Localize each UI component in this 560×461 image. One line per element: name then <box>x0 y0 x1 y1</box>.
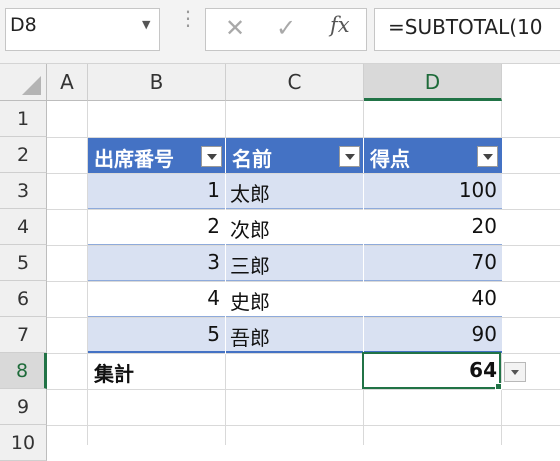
fill-handle[interactable] <box>495 383 502 390</box>
gridline <box>47 425 560 426</box>
formula-text: =SUBTOTAL(10 <box>388 15 543 39</box>
insert-function-icon[interactable]: fx <box>330 13 350 37</box>
row-header-5[interactable]: 5 <box>0 245 47 281</box>
header-name: 名前 <box>232 147 272 171</box>
header-attendance-number: 出席番号 <box>94 147 174 171</box>
cell-c6[interactable]: 史郎 <box>230 286 270 315</box>
column-header-b[interactable]: B <box>88 64 226 101</box>
cell-d7[interactable]: 90 <box>370 322 497 346</box>
total-value[interactable]: 64 <box>370 358 497 382</box>
column-header-d[interactable]: D <box>364 64 502 101</box>
row-header-7[interactable]: 7 <box>0 317 47 353</box>
row-header-10[interactable]: 10 <box>0 425 47 461</box>
cell-d4[interactable]: 20 <box>370 214 497 238</box>
header-score: 得点 <box>370 147 410 171</box>
cell-b3[interactable]: 1 <box>94 178 220 202</box>
row-header-9[interactable]: 9 <box>0 389 47 425</box>
cell-b4[interactable]: 2 <box>94 214 220 238</box>
gridline <box>47 389 560 390</box>
select-all-icon <box>22 76 41 95</box>
vertical-dots-icon: ⋮ <box>178 8 198 28</box>
header-divider <box>225 138 226 173</box>
total-function-dropdown[interactable] <box>504 362 526 382</box>
header-divider <box>363 138 364 173</box>
cell-c3[interactable]: 太郎 <box>230 178 270 207</box>
cell-c7[interactable]: 吾郎 <box>230 322 270 351</box>
column-header-c[interactable]: C <box>226 64 364 101</box>
cell-c4[interactable]: 次郎 <box>230 214 270 243</box>
cell-d6[interactable]: 40 <box>370 286 497 310</box>
row-header-6[interactable]: 6 <box>0 281 47 317</box>
row-header-2[interactable]: 2 <box>0 137 47 173</box>
cell-b6[interactable]: 4 <box>94 286 220 310</box>
cell-b5[interactable]: 3 <box>94 250 220 274</box>
total-label[interactable]: 集計 <box>94 358 134 387</box>
cell-d5[interactable]: 70 <box>370 250 497 274</box>
row-header-4[interactable]: 4 <box>0 209 47 245</box>
filter-dropdown-icon[interactable] <box>339 146 360 167</box>
filter-dropdown-icon[interactable] <box>201 146 222 167</box>
row-header-3[interactable]: 3 <box>0 173 47 209</box>
cell-b7[interactable]: 5 <box>94 322 220 346</box>
cell-divider <box>225 174 226 354</box>
chevron-down-icon[interactable]: ▼ <box>142 18 150 31</box>
cell-d3[interactable]: 100 <box>370 178 497 202</box>
cell-c5[interactable]: 三郎 <box>230 250 270 279</box>
cell-divider <box>363 174 364 354</box>
name-box-value: D8 <box>10 14 37 36</box>
cancel-icon[interactable]: ✕ <box>225 14 245 42</box>
filter-dropdown-icon[interactable] <box>477 146 498 167</box>
row-header-8[interactable]: 8 <box>0 353 47 389</box>
enter-icon[interactable]: ✓ <box>276 14 296 42</box>
row-header-1[interactable]: 1 <box>0 101 47 137</box>
column-header-a[interactable]: A <box>47 64 88 101</box>
